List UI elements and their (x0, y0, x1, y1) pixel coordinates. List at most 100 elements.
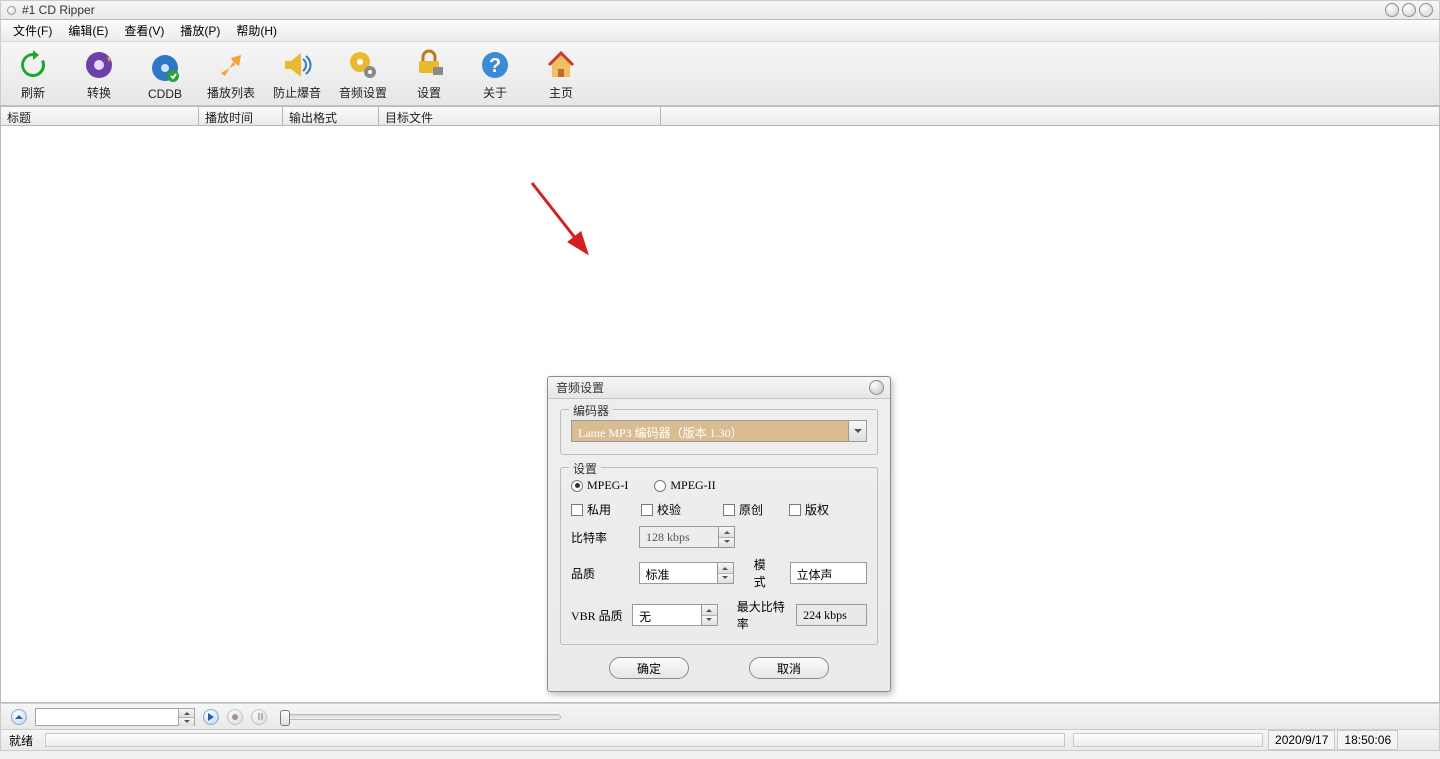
menu-edit[interactable]: 编辑(E) (62, 20, 114, 41)
spin-up-icon[interactable] (719, 527, 734, 538)
original-label: 原创 (739, 501, 763, 518)
cancel-button[interactable]: 取消 (749, 657, 829, 679)
spin-up-icon[interactable] (702, 605, 717, 616)
toolbar-refresh[interactable]: 刷新 (9, 48, 57, 101)
vbr-label: VBR 品质 (571, 607, 626, 624)
toolbar-convert[interactable]: 转换 (75, 48, 123, 101)
mpeg2-radio[interactable]: MPEG-II (654, 478, 715, 493)
col-title[interactable]: 标题 (1, 107, 199, 125)
window-title: #1 CD Ripper (22, 3, 95, 17)
quality-label: 品质 (571, 565, 633, 582)
crc-label: 校验 (657, 501, 681, 518)
spin-down-icon[interactable] (179, 718, 194, 726)
encoder-fieldset: 编码器 Lame MP3 编码器（版本 1.30） (560, 409, 878, 455)
toolbar-audio-settings-label: 音频设置 (339, 84, 387, 101)
spin-down-icon[interactable] (718, 574, 733, 584)
menu-view[interactable]: 查看(V) (118, 20, 170, 41)
toolbar-cddb-label: CDDB (148, 87, 182, 101)
maxbitrate-field[interactable]: 224 kbps (796, 604, 867, 626)
track-spinner[interactable] (35, 708, 195, 726)
menu-help[interactable]: 帮助(H) (230, 20, 283, 41)
refresh-icon (16, 48, 50, 82)
status-progress-2 (1073, 733, 1263, 747)
slider-thumb-icon[interactable] (280, 710, 290, 726)
original-checkbox[interactable]: 原创 (723, 501, 763, 518)
dialog-close-button[interactable] (869, 380, 884, 395)
encoder-combobox[interactable]: Lame MP3 编码器（版本 1.30） (571, 420, 867, 442)
mpeg2-label: MPEG-II (670, 478, 715, 493)
menu-bar: 文件(F) 编辑(E) 查看(V) 播放(P) 帮助(H) (0, 20, 1440, 42)
settings-legend: 设置 (569, 460, 601, 477)
audio-settings-icon (346, 48, 380, 82)
vbr-spinner[interactable]: 无 (632, 604, 718, 626)
copyright-checkbox[interactable]: 版权 (789, 501, 829, 518)
track-value (36, 709, 178, 725)
audio-settings-dialog: 音频设置 编码器 Lame MP3 编码器（版本 1.30） 设置 MPEG-I… (547, 376, 891, 692)
annotation-arrow-icon (527, 178, 607, 268)
copyright-label: 版权 (805, 501, 829, 518)
mode-field[interactable]: 立体声 (790, 562, 867, 584)
window-control-buttons (1385, 3, 1433, 17)
spin-down-icon[interactable] (702, 616, 717, 626)
list-body: 安下载 anxz.com 音频设置 编码器 Lame MP3 编码器（版本 1.… (0, 126, 1440, 703)
dialog-body: 编码器 Lame MP3 编码器（版本 1.30） 设置 MPEG-I MPEG… (548, 399, 890, 691)
close-button[interactable] (1419, 3, 1433, 17)
minimize-button[interactable] (1385, 3, 1399, 17)
eject-button[interactable] (11, 709, 27, 725)
status-date: 2020/9/17 (1268, 730, 1335, 750)
dropdown-arrow-icon[interactable] (848, 421, 866, 441)
quality-spinner[interactable]: 标准 (639, 562, 734, 584)
bitrate-label: 比特率 (571, 529, 633, 546)
status-bar: 就绪 2020/9/17 18:50:06 (0, 729, 1440, 751)
playlist-icon (214, 48, 248, 82)
toolbar-audio-settings[interactable]: 音频设置 (339, 48, 387, 101)
toolbar-about-label: 关于 (483, 84, 507, 101)
bitrate-value: 128 kbps (640, 527, 718, 547)
toolbar-convert-label: 转换 (87, 84, 111, 101)
toolbar-home[interactable]: 主页 (537, 48, 585, 101)
private-checkbox[interactable]: 私用 (571, 501, 611, 518)
mode-label: 模式 (754, 556, 778, 590)
toolbar-settings[interactable]: 设置 (405, 48, 453, 101)
toolbar-normalize-label: 防止爆音 (273, 84, 321, 101)
pause-button[interactable] (251, 709, 267, 725)
home-icon (544, 48, 578, 82)
col-format[interactable]: 输出格式 (283, 107, 379, 125)
spin-up-icon[interactable] (179, 709, 194, 718)
spin-up-icon[interactable] (718, 563, 733, 574)
col-duration[interactable]: 播放时间 (199, 107, 283, 125)
quality-value: 标准 (640, 563, 717, 583)
maximize-button[interactable] (1402, 3, 1416, 17)
list-header: 标题 播放时间 输出格式 目标文件 (0, 106, 1440, 126)
maxbitrate-label: 最大比特率 (737, 598, 790, 632)
toolbar-normalize[interactable]: 防止爆音 (273, 48, 321, 101)
toolbar-cddb[interactable]: CDDB (141, 51, 189, 101)
bitrate-spinner[interactable]: 128 kbps (639, 526, 735, 548)
mpeg1-radio[interactable]: MPEG-I (571, 478, 628, 493)
play-button[interactable] (203, 709, 219, 725)
seek-slider[interactable] (281, 714, 561, 720)
playback-bar (0, 703, 1440, 729)
menu-play[interactable]: 播放(P) (174, 20, 226, 41)
mpeg1-label: MPEG-I (587, 478, 628, 493)
col-spacer (661, 107, 1439, 125)
dialog-titlebar[interactable]: 音频设置 (548, 377, 890, 399)
private-label: 私用 (587, 501, 611, 518)
menu-file[interactable]: 文件(F) (7, 20, 58, 41)
toolbar-about[interactable]: ? 关于 (471, 48, 519, 101)
encoder-value: Lame MP3 编码器（版本 1.30） (572, 421, 848, 441)
spin-down-icon[interactable] (719, 538, 734, 548)
crc-checkbox[interactable]: 校验 (641, 501, 681, 518)
toolbar-refresh-label: 刷新 (21, 84, 45, 101)
col-target[interactable]: 目标文件 (379, 107, 661, 125)
settings-icon (412, 48, 446, 82)
cddb-icon (148, 51, 182, 85)
status-progress-1 (45, 733, 1065, 747)
ok-button[interactable]: 确定 (609, 657, 689, 679)
vbr-value: 无 (633, 605, 701, 625)
dialog-title: 音频设置 (556, 379, 604, 396)
record-button[interactable] (227, 709, 243, 725)
convert-icon (82, 48, 116, 82)
toolbar-playlist-label: 播放列表 (207, 84, 255, 101)
toolbar-playlist[interactable]: 播放列表 (207, 48, 255, 101)
